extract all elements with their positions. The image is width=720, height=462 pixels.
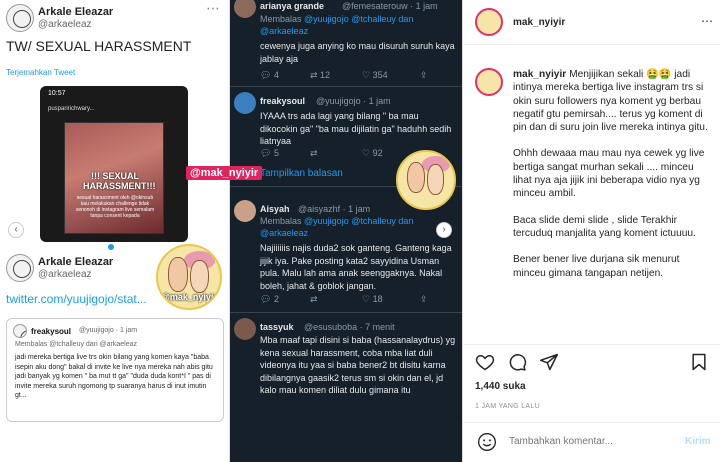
reply-author-name[interactable]: arianya grande: [260, 1, 324, 11]
tweet-actions: 💬︎ 4 ⇄ 12 ♡ 354 ⇪: [260, 70, 460, 82]
tweet-actions: 💬︎ 2 ⇄ ♡ 18 ⇪: [260, 294, 460, 306]
tweet-media-screenshot[interactable]: 10:57 pusparirichwary... !!! SEXUAL HARA…: [40, 86, 188, 242]
like-count[interactable]: 1,440 suka: [475, 381, 526, 392]
reply-author-handle[interactable]: @yuujigojo · 1 jam: [316, 96, 391, 106]
heart-icon[interactable]: [475, 352, 495, 372]
caption-paragraph: Bener bener live durjana sik menurut min…: [513, 254, 680, 279]
like-icon[interactable]: ♡ 354: [362, 70, 388, 81]
share-icon[interactable]: ⇪: [420, 70, 428, 81]
reply-author-handle[interactable]: @femesaterouw · 1 jam: [342, 1, 438, 11]
reply-to-line: @arkaeleaz: [260, 228, 309, 238]
reply-author-name[interactable]: freakysoul: [260, 96, 305, 106]
post-author-username[interactable]: mak_nyiyir: [513, 17, 565, 28]
reply-icon[interactable]: 💬︎ 2: [260, 294, 279, 305]
post-actions: [475, 352, 711, 372]
divider: [463, 44, 720, 45]
more-options-icon[interactable]: ⋯: [206, 0, 221, 17]
sticker-label: @mak_nyiyir: [161, 291, 217, 302]
post-timestamp[interactable]: 1 JAM YANG LALU: [475, 403, 540, 410]
avatar[interactable]: [234, 318, 256, 340]
mak-nyiyir-sticker: [396, 150, 456, 210]
carousel-prev-button[interactable]: ‹: [8, 222, 24, 238]
post-caption: mak_nyiyir Menjijikan sekali 🤮🤮 jadi int…: [513, 68, 713, 293]
retweet-icon[interactable]: ⇄: [310, 148, 318, 159]
share-icon[interactable]: [539, 352, 559, 372]
tweet-author-name[interactable]: Arkale Eleazar: [38, 6, 113, 18]
avatar[interactable]: [475, 68, 503, 96]
divider: [230, 312, 462, 313]
tweet-text: TW/ SEXUAL HARASSMENT: [6, 38, 192, 54]
like-icon[interactable]: ♡ 92: [362, 148, 383, 159]
tweet-dark-column: arianya grande @femesaterouw · 1 jam Mem…: [186, 0, 462, 462]
quoted-tweet[interactable]: freakysoul @yuujigojo · 1 jam Membalas @…: [6, 318, 224, 422]
like-icon[interactable]: ♡ 18: [362, 294, 383, 305]
overlay-title: !!! SEXUAL HARASSMENT!!!: [83, 171, 156, 191]
divider: [230, 86, 462, 87]
translate-tweet-link[interactable]: Terjemahkan Tweet: [6, 68, 75, 77]
reply-to-line: @arkaeleaz: [260, 26, 309, 36]
divider: [463, 422, 720, 423]
reply-icon[interactable]: 💬︎ 4: [260, 70, 279, 81]
comment-input[interactable]: [509, 436, 659, 447]
avatar[interactable]: [234, 0, 256, 18]
carousel-indicator: [108, 244, 114, 250]
carousel-next-button[interactable]: ›: [436, 222, 452, 238]
avatar: [13, 324, 27, 338]
avatar[interactable]: [234, 92, 256, 114]
reply-author-handle[interactable]: @esusuboba · 7 menit: [304, 322, 395, 332]
phone-live-username: pusparirichwary...: [48, 106, 95, 112]
reply-text: Najiiiiiis najis duda2 sok ganteng. Gant…: [260, 243, 452, 291]
mak-nyiyir-sticker: @mak_nyiyir: [156, 244, 222, 310]
emoji-icon[interactable]: [477, 432, 497, 452]
reply-to-line: Membalas @yuujigojo @tchalleuy dan: [260, 216, 414, 226]
post-comment-button[interactable]: Kirim: [685, 436, 711, 447]
bookmark-icon[interactable]: [689, 352, 709, 372]
retweet-icon[interactable]: ⇄ 12: [310, 70, 330, 81]
comment-icon[interactable]: [507, 352, 527, 372]
retweet-icon[interactable]: ⇄: [310, 294, 318, 305]
caption-paragraph: Ohhh dewaaa mau mau nya cewek yg live be…: [513, 148, 705, 200]
overlay-subtitle: sexual harassment oleh @okinsub kau mela…: [75, 195, 155, 219]
quoted-author-handle: @yuujigojo · 1 jam: [79, 327, 138, 334]
reply-text: cewenya juga anying ko mau disuruh suruh…: [260, 41, 455, 64]
show-replies-link[interactable]: Tampilkan balasan: [260, 168, 343, 179]
quoted-text: jadi mereka bertiga live trs okin bilang…: [15, 354, 213, 399]
divider: [463, 344, 720, 345]
share-icon[interactable]: ⇪: [420, 294, 428, 305]
post-image-collage: Arkale Eleazar @arkaeleaz ⋯ TW/ SEXUAL H…: [0, 0, 462, 462]
avatar[interactable]: [6, 4, 34, 32]
watermark-tag: @mak_nyiyir: [186, 166, 263, 180]
reply-text: IYAAA trs ada lagi yang bilang " ba mau …: [260, 111, 452, 146]
reply-author-name[interactable]: tassyuk: [260, 322, 294, 332]
reply-text: Mba maaf tapi disini si baba (hassanalay…: [260, 335, 456, 395]
reply-author-name[interactable]: Aisyah: [260, 204, 290, 214]
avatar[interactable]: [6, 254, 34, 282]
caption-username[interactable]: mak_nyiyir: [513, 69, 566, 80]
avatar[interactable]: [475, 8, 503, 36]
tweet-author-handle[interactable]: @arkaeleaz: [38, 19, 92, 30]
quoted-author-name: freakysoul: [31, 327, 72, 336]
tweet-author-handle[interactable]: @arkaeleaz: [38, 269, 92, 280]
tweet-light-column: Arkale Eleazar @arkaeleaz ⋯ TW/ SEXUAL H…: [0, 0, 230, 462]
live-video-frame: !!! SEXUAL HARASSMENT!!! sexual harassme…: [64, 122, 164, 234]
instagram-post-panel: mak_nyiyir ⋯ mak_nyiyir Menjijikan sekal…: [462, 0, 720, 462]
avatar[interactable]: [234, 200, 256, 222]
caption-paragraph: Baca slide demi slide , slide Terakhir t…: [513, 214, 696, 239]
reply-author-handle[interactable]: @aisyazhf · 1 jam: [298, 204, 370, 214]
reply-to-line: Membalas @yuujigojo @tchalleuy dan: [260, 14, 414, 24]
more-options-icon[interactable]: ⋯: [701, 14, 713, 28]
phone-status-time: 10:57: [48, 90, 66, 97]
tweet-link[interactable]: twitter.com/yuujigojo/stat...: [6, 292, 147, 306]
tweet-author-name[interactable]: Arkale Eleazar: [38, 256, 113, 268]
quoted-reply-to: Membalas @tchalleuy dan @arkaeleaz: [15, 341, 137, 348]
reply-icon[interactable]: 💬︎ 5: [260, 148, 279, 159]
